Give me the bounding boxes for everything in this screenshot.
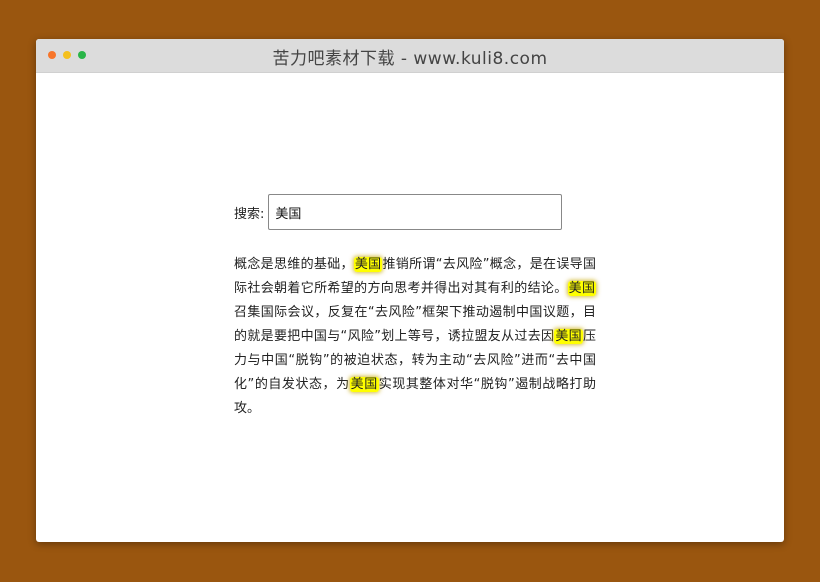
window-title: 苦力吧素材下载 - www.kuli8.com	[272, 49, 548, 69]
search-row: 搜索:	[234, 192, 600, 232]
search-highlight: 美国	[554, 329, 583, 344]
search-highlight: 美国	[567, 281, 596, 296]
browser-window: 苦力吧素材下载 - www.kuli8.com 搜索: 概念是思维的基础，美国推…	[36, 39, 784, 542]
article-text: 概念是思维的基础，美国推销所谓“去风险”概念，是在误导国际社会朝着它所希望的方向…	[234, 253, 596, 421]
search-label: 搜索:	[234, 206, 265, 222]
search-highlight: 美国	[353, 257, 383, 272]
article-segment: 概念是思维的基础，	[234, 257, 354, 272]
search-input[interactable]	[268, 194, 563, 230]
main-content: 搜索: 概念是思维的基础，美国推销所谓“去风险”概念，是在误导国际社会朝着它所希…	[234, 192, 600, 421]
title-bar: 苦力吧素材下载 - www.kuli8.com	[36, 39, 784, 73]
search-highlight: 美国	[349, 377, 379, 392]
article-segment: 召集国际会议，反复在“去风险”框架下推动遏制中国议题，目的就是要把中国与“风险”…	[234, 305, 596, 344]
